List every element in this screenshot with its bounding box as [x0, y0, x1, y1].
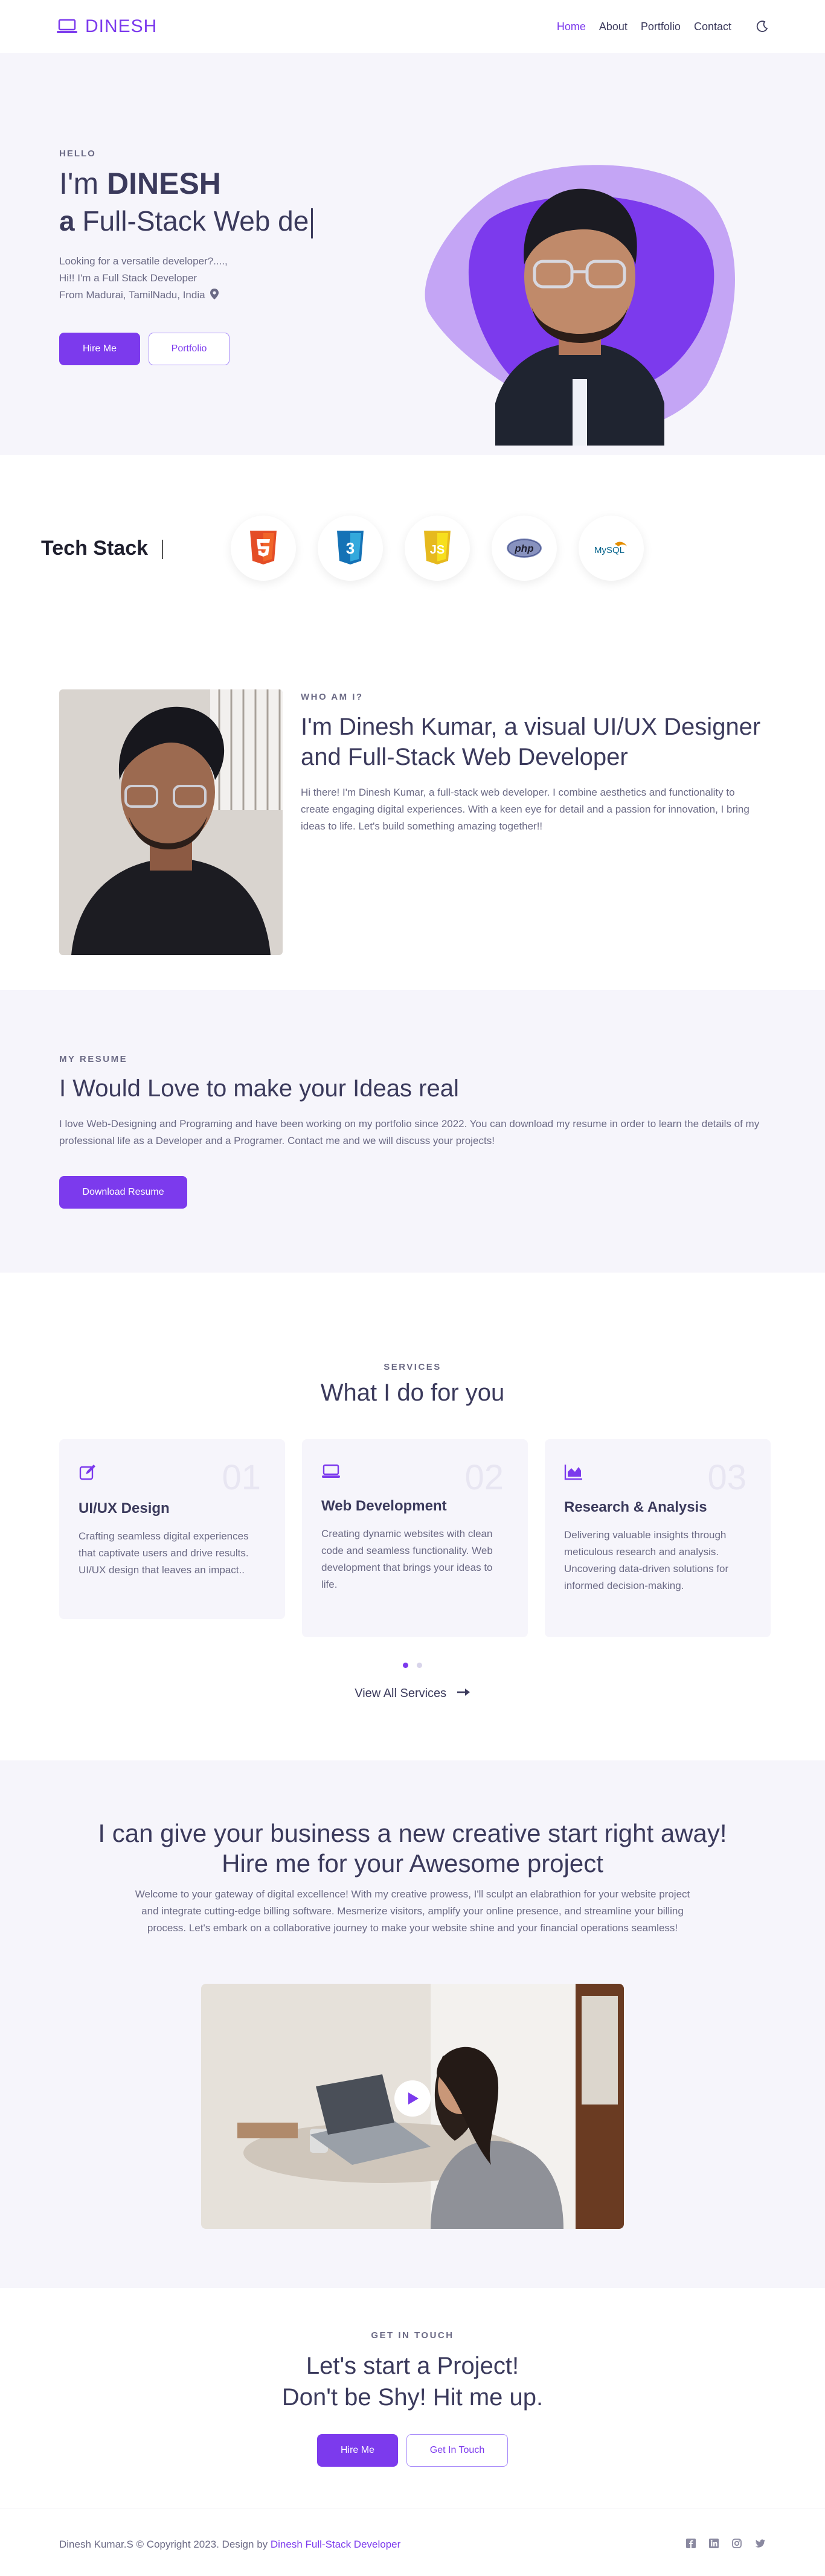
hero-eyebrow: HELLO	[59, 149, 96, 159]
carousel-dots	[0, 1663, 825, 1668]
cta-title: I can give your business a new creative …	[0, 1818, 825, 1879]
contact-title-line-1: Let's start a Project!	[306, 2353, 519, 2379]
typed-text: Full-Stack Web de	[74, 205, 309, 237]
nav-about[interactable]: About	[599, 21, 628, 33]
linkedin-icon[interactable]	[709, 2539, 719, 2548]
resume-title: I Would Love to make your Ideas real	[59, 1075, 459, 1102]
php-label: php	[514, 543, 533, 554]
typed-headline: a Full-Stack Web de	[59, 202, 397, 240]
designer-link[interactable]: Dinesh Full-Stack Developer	[271, 2539, 400, 2550]
nav-contact[interactable]: Contact	[694, 21, 731, 33]
hero-description: Looking for a versatile developer?...., …	[59, 253, 397, 304]
cta-title-line-2: Hire me for your Awesome project	[222, 1849, 603, 1878]
css3-icon: 3	[318, 516, 383, 581]
about-eyebrow: WHO AM I?	[301, 692, 364, 702]
card-body: Crafting seamless digital experiences th…	[79, 1530, 249, 1576]
get-in-touch-button[interactable]: Get In Touch	[406, 2434, 508, 2467]
instagram-icon[interactable]	[732, 2539, 742, 2548]
resume-eyebrow: MY RESUME	[59, 1054, 128, 1064]
tech-stack-section: Tech Stack 3 JS php MySQL	[0, 455, 825, 634]
edit-icon	[79, 1465, 95, 1480]
hero-greeting: I'm DINESH	[59, 165, 397, 202]
footer: Dinesh Kumar.S © Copyright 2023. Design …	[0, 2508, 825, 2576]
card-title: UI/UX Design	[79, 1500, 170, 1517]
service-card[interactable]: 02 Web Development Creating dynamic webs…	[302, 1439, 528, 1637]
typing-cursor	[311, 208, 313, 238]
card-title: Research & Analysis	[564, 1499, 707, 1515]
cta-title-line-1: I can give your business a new creative …	[98, 1819, 727, 1847]
hero-line-2: Hi!! I'm a Full Stack Developer	[59, 272, 197, 284]
cta-section: I can give your business a new creative …	[0, 1760, 825, 2288]
contact-title-line-2: Don't be Shy! Hit me up.	[281, 2384, 544, 2411]
tech-stack-title: Tech Stack	[41, 537, 149, 560]
card-body: Delivering valuable insights through met…	[564, 1529, 729, 1591]
about-photo	[59, 689, 283, 955]
contact-section: GET IN TOUCH Let's start a Project! Don'…	[0, 2288, 825, 2508]
twitter-icon[interactable]	[755, 2539, 766, 2548]
card-body: Creating dynamic websites with clean cod…	[321, 1528, 493, 1590]
javascript-label: JS	[430, 543, 445, 557]
resume-body: I love Web-Designing and Programing and …	[59, 1118, 760, 1146]
contact-title: Let's start a Project! Don't be Shy! Hit…	[0, 2350, 825, 2413]
nav-home[interactable]: Home	[557, 21, 586, 33]
brand-logo[interactable]: DINESH	[56, 16, 157, 37]
arrow-right-icon	[457, 1689, 470, 1696]
chart-icon	[564, 1465, 582, 1480]
service-card[interactable]: 03 Research & Analysis Delivering valuab…	[545, 1439, 771, 1637]
location-pin-icon	[210, 289, 219, 299]
greeting-prefix: I'm	[59, 167, 107, 200]
carousel-dot-1[interactable]	[403, 1663, 408, 1668]
view-all-label: View All Services	[355, 1687, 447, 1700]
services-section: SERVICES What I do for you 01 UI/UX Desi…	[0, 1273, 825, 1760]
typed-prefix: a	[59, 205, 75, 237]
laptop-icon	[322, 1464, 340, 1478]
top-navbar: DINESH Home About Portfolio Contact	[0, 0, 825, 53]
main-menu: Home About Portfolio Contact	[557, 20, 769, 33]
copyright-label: Dinesh Kumar.S © Copyright 2023. Design …	[59, 2539, 271, 2550]
download-resume-button[interactable]: Download Resume	[59, 1176, 187, 1209]
hero-name: DINESH	[106, 167, 221, 200]
nav-portfolio[interactable]: Portfolio	[641, 21, 681, 33]
resume-section: MY RESUME I Would Love to make your Idea…	[0, 990, 825, 1273]
about-body: Hi there! I'm Dinesh Kumar, a full-stack…	[301, 787, 750, 832]
services-eyebrow: SERVICES	[384, 1362, 441, 1372]
card-number: 01	[222, 1458, 261, 1497]
view-all-services-link[interactable]: View All Services	[0, 1687, 825, 1701]
hero-location: From Madurai, TamilNadu, India	[59, 289, 205, 301]
contact-eyebrow: GET IN TOUCH	[371, 2330, 454, 2341]
hero-line-1: Looking for a versatile developer?....,	[59, 255, 228, 267]
portfolio-button[interactable]: Portfolio	[149, 333, 230, 365]
mysql-icon: MySQL	[579, 516, 644, 581]
moon-icon[interactable]	[756, 20, 769, 33]
copyright-text: Dinesh Kumar.S © Copyright 2023. Design …	[59, 2539, 400, 2551]
card-number: 02	[464, 1458, 504, 1497]
html5-icon	[231, 516, 296, 581]
hero-portrait	[425, 165, 736, 446]
card-title: Web Development	[321, 1498, 447, 1514]
javascript-icon: JS	[405, 516, 470, 581]
carousel-dot-2[interactable]	[417, 1663, 422, 1668]
social-links	[686, 2539, 766, 2548]
brand-name: DINESH	[85, 16, 158, 36]
about-title: I'm Dinesh Kumar, a visual UI/UX Designe…	[301, 714, 761, 770]
hero-line-3: From Madurai, TamilNadu, India	[59, 287, 397, 304]
hire-me-button-bottom[interactable]: Hire Me	[317, 2434, 398, 2467]
mysql-label: MySQL	[594, 545, 624, 555]
css3-label: 3	[346, 539, 355, 557]
php-icon: php	[492, 516, 557, 581]
card-number: 03	[707, 1458, 746, 1497]
hire-me-button[interactable]: Hire Me	[59, 333, 140, 365]
services-title: What I do for you	[320, 1379, 505, 1406]
cta-body: Welcome to your gateway of digital excel…	[135, 1888, 690, 1934]
service-card[interactable]: 01 UI/UX Design Crafting seamless digita…	[59, 1439, 285, 1619]
tech-divider	[162, 540, 163, 559]
video-thumbnail[interactable]	[201, 1984, 624, 2229]
hero-section: HELLO I'm DINESH a Full-Stack Web de Loo…	[0, 53, 825, 455]
facebook-icon[interactable]	[686, 2539, 696, 2548]
laptop-icon	[57, 19, 77, 33]
about-section: WHO AM I? I'm Dinesh Kumar, a visual UI/…	[0, 634, 825, 990]
